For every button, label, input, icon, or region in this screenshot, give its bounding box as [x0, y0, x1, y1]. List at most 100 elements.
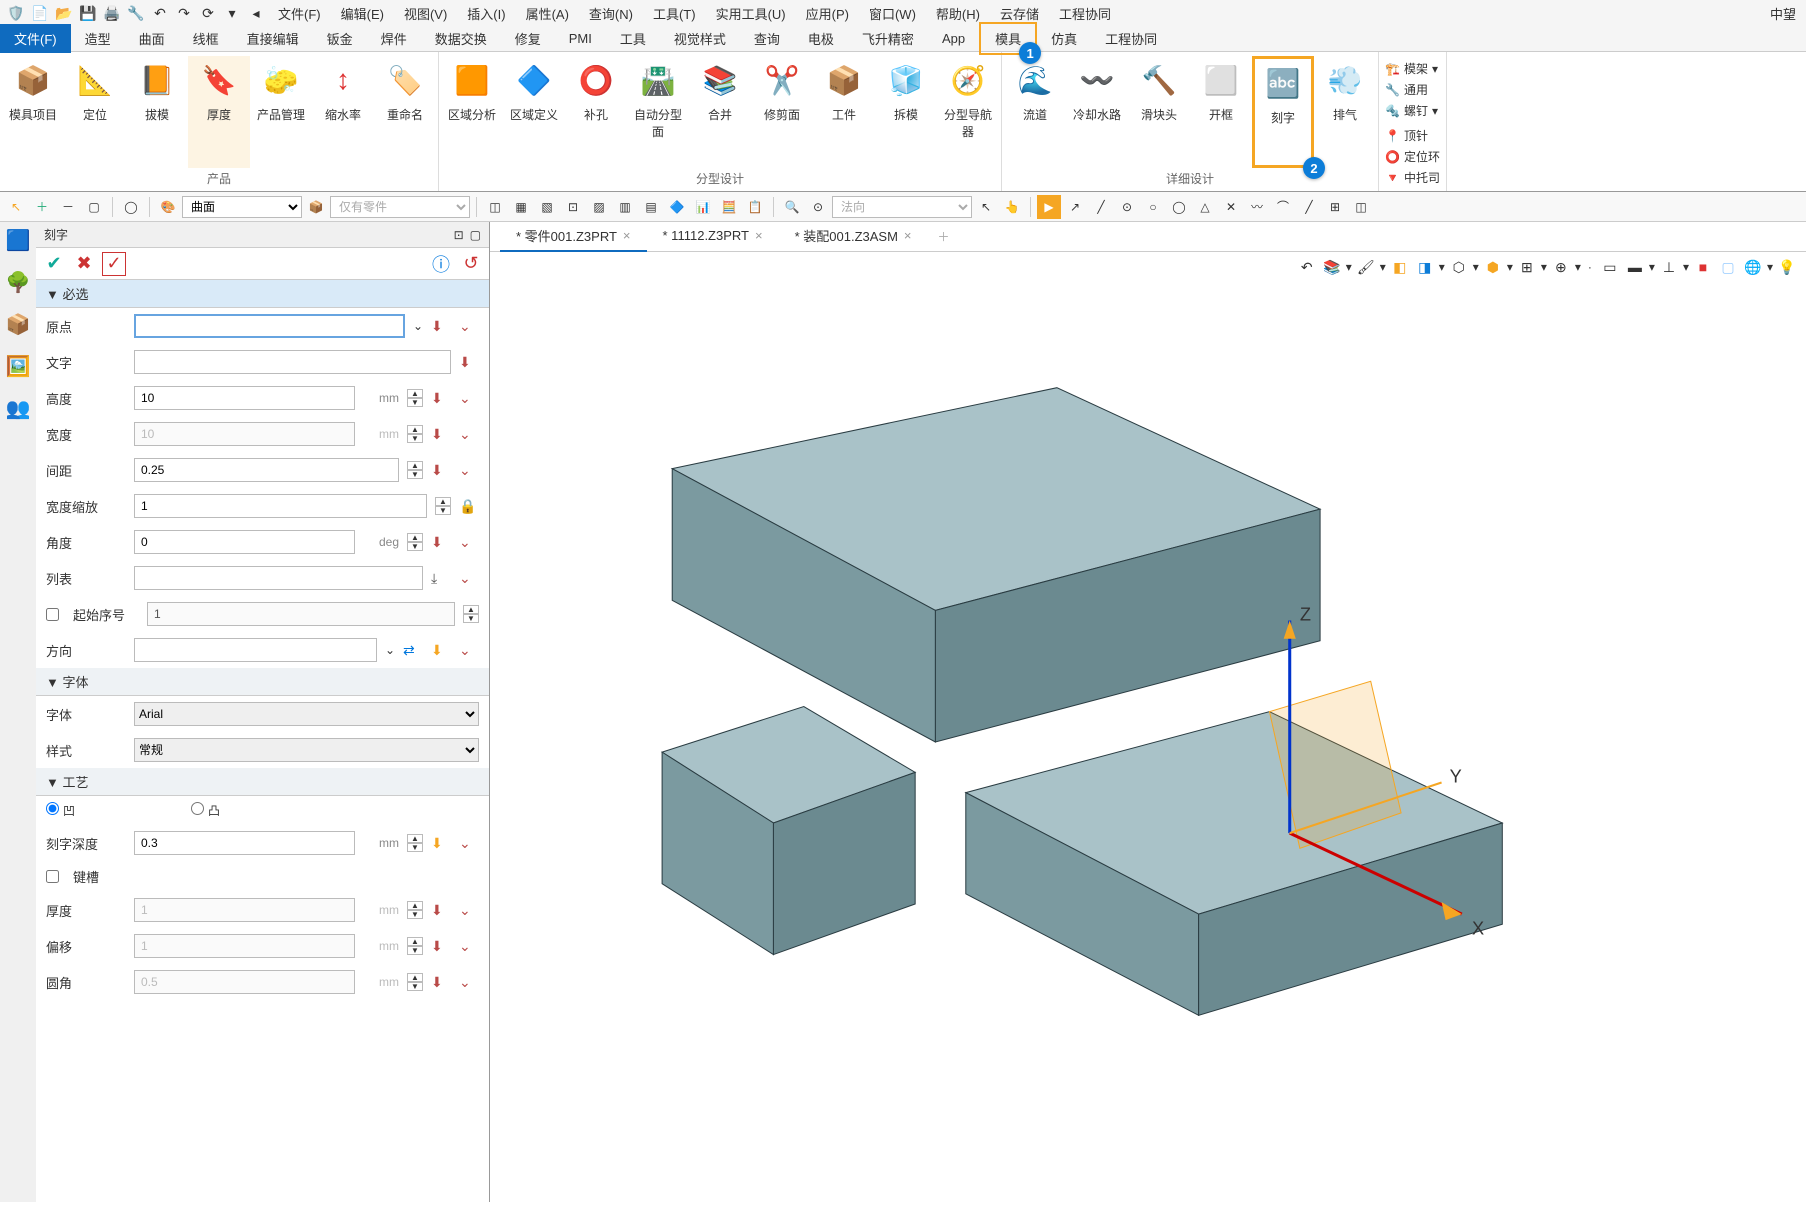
- btn-region-define[interactable]: 🔷区域定义: [503, 56, 565, 168]
- vtb-red[interactable]: ■: [1692, 256, 1714, 278]
- tb4[interactable]: ⊡: [561, 195, 585, 219]
- btn-cooling[interactable]: 〰️冷却水路: [1066, 56, 1128, 168]
- btn-merge[interactable]: 📚合并: [689, 56, 751, 168]
- vtb-persp[interactable]: ⊞: [1516, 256, 1538, 278]
- apply-icon[interactable]: ✓: [102, 252, 126, 276]
- btn-vent[interactable]: 💨排气: [1314, 56, 1376, 168]
- tb24[interactable]: ⌒: [1271, 195, 1295, 219]
- menu-window[interactable]: 窗口(W): [859, 0, 926, 27]
- tab-weld[interactable]: 焊件: [367, 24, 421, 53]
- opts-icon-12[interactable]: ⌄: [459, 974, 479, 991]
- tab-sheetmetal[interactable]: 钣金: [313, 24, 367, 53]
- angle-input[interactable]: [134, 530, 355, 554]
- wscale-spinner[interactable]: ▲▼: [435, 497, 451, 515]
- tb10[interactable]: 🧮: [717, 195, 741, 219]
- add-tab-icon[interactable]: ＋: [928, 228, 960, 245]
- tb23[interactable]: 〰: [1245, 195, 1269, 219]
- keyway-checkbox[interactable]: [46, 870, 59, 883]
- vtb-plane1[interactable]: ▭: [1599, 256, 1621, 278]
- vtb-layers[interactable]: 📚: [1321, 256, 1343, 278]
- tb16[interactable]: ↗: [1063, 195, 1087, 219]
- tb21[interactable]: △: [1193, 195, 1217, 219]
- redo-icon[interactable]: ↷: [173, 2, 195, 24]
- btn-locating-ring[interactable]: ⭕定位环: [1385, 148, 1440, 165]
- btn-region-analysis[interactable]: 🟧区域分析: [441, 56, 503, 168]
- pick-icon[interactable]: ⬇: [431, 318, 451, 335]
- tab-collab2[interactable]: 工程协同: [1091, 24, 1171, 53]
- filter-select-3[interactable]: 法向: [832, 196, 972, 218]
- rev-icon[interactable]: ⇄: [403, 642, 423, 659]
- menu-edit[interactable]: 编辑(E): [331, 0, 394, 27]
- btn-runner[interactable]: 🌊流道: [1004, 56, 1066, 168]
- close-icon[interactable]: ×: [755, 228, 763, 243]
- tab-file[interactable]: 文件(F): [0, 24, 71, 53]
- minus-icon[interactable]: －: [56, 195, 80, 219]
- close-icon[interactable]: ×: [623, 228, 631, 243]
- vtb-cube1[interactable]: ◧: [1389, 256, 1411, 278]
- tab-wireframe[interactable]: 线框: [179, 24, 233, 53]
- pick-icon-11[interactable]: ⬇: [431, 974, 451, 991]
- print-icon[interactable]: 🖨️: [101, 2, 123, 24]
- nav-icon[interactable]: ▾: [221, 2, 243, 24]
- btn-rename[interactable]: 🏷️重命名: [374, 56, 436, 168]
- btn-moldbase[interactable]: 🏗️模架▾: [1385, 60, 1440, 77]
- tab-tools[interactable]: 工具: [606, 24, 660, 53]
- menu-file[interactable]: 文件(F): [268, 0, 331, 27]
- tb1[interactable]: ◫: [483, 195, 507, 219]
- menu-app[interactable]: 应用(P): [796, 0, 859, 27]
- opts-icon-9[interactable]: ⌄: [459, 835, 479, 852]
- btn-slider[interactable]: 🔨滑块头: [1128, 56, 1190, 168]
- filter-select-2[interactable]: 仅有零件: [330, 196, 470, 218]
- spacing-spinner[interactable]: ▲▼: [407, 461, 423, 479]
- btn-mold-project[interactable]: 📦模具项目: [2, 56, 64, 168]
- tab-mold[interactable]: 模具 1: [979, 22, 1037, 55]
- convex-radio-label[interactable]: 凸: [191, 802, 220, 819]
- btn-productmgr[interactable]: 🧽产品管理: [250, 56, 312, 168]
- tb19[interactable]: ○: [1141, 195, 1165, 219]
- circle-icon[interactable]: ◯: [119, 195, 143, 219]
- btn-general[interactable]: 🔧通用: [1385, 81, 1440, 98]
- side-user-icon[interactable]: 👥: [4, 394, 32, 422]
- tb20[interactable]: ◯: [1167, 195, 1191, 219]
- tb17[interactable]: ╱: [1089, 195, 1113, 219]
- tb26[interactable]: ⊞: [1323, 195, 1347, 219]
- close-icon[interactable]: ×: [904, 228, 912, 243]
- pick-icon-8[interactable]: ⬇: [431, 835, 451, 852]
- btn-screw[interactable]: 🔩螺钉▾: [1385, 102, 1440, 119]
- tab-surface[interactable]: 曲面: [125, 24, 179, 53]
- save-icon[interactable]: 💾: [77, 2, 99, 24]
- font-select[interactable]: Arial: [134, 702, 479, 726]
- height-spinner[interactable]: ▲▼: [407, 389, 423, 407]
- cancel-icon[interactable]: ✖: [72, 252, 96, 276]
- doc-tab-0[interactable]: * 零件001.Z3PRT×: [500, 221, 647, 252]
- tb18[interactable]: ⊙: [1115, 195, 1139, 219]
- btn-patch[interactable]: ⭕补孔: [565, 56, 627, 168]
- concave-radio[interactable]: [46, 802, 59, 815]
- menu-tools[interactable]: 工具(T): [643, 0, 706, 27]
- download-icon[interactable]: ⤓: [431, 570, 451, 587]
- select-box-icon[interactable]: ▢: [82, 195, 106, 219]
- btn-locate[interactable]: 📐定位: [64, 56, 126, 168]
- tb15[interactable]: 👆: [1000, 195, 1024, 219]
- spacing-input[interactable]: [134, 458, 399, 482]
- list-input[interactable]: [134, 566, 423, 590]
- height-input[interactable]: [134, 386, 355, 410]
- tb9[interactable]: 📊: [691, 195, 715, 219]
- tb13[interactable]: ⊙: [806, 195, 830, 219]
- opts-icon-8[interactable]: ⌄: [459, 642, 479, 659]
- tab-repair[interactable]: 修复: [501, 24, 555, 53]
- vtb-plane2[interactable]: ▬: [1624, 256, 1646, 278]
- tab-electrode[interactable]: 电极: [794, 24, 848, 53]
- btn-shrink[interactable]: ↕缩水率: [312, 56, 374, 168]
- pick-icon-10[interactable]: ⬇: [431, 938, 451, 955]
- tb27[interactable]: ◫: [1349, 195, 1373, 219]
- text-input[interactable]: [134, 350, 451, 374]
- cursor-icon[interactable]: ↖: [4, 195, 28, 219]
- concave-radio-label[interactable]: 凹: [46, 802, 75, 819]
- tb11[interactable]: 📋: [743, 195, 767, 219]
- tab-directedit[interactable]: 直接编辑: [233, 24, 313, 53]
- add-icon[interactable]: ＋: [30, 195, 54, 219]
- side-tree-icon[interactable]: 🌳: [4, 268, 32, 296]
- pick-icon-9[interactable]: ⬇: [431, 902, 451, 919]
- opts-icon-3[interactable]: ⌄: [459, 390, 479, 407]
